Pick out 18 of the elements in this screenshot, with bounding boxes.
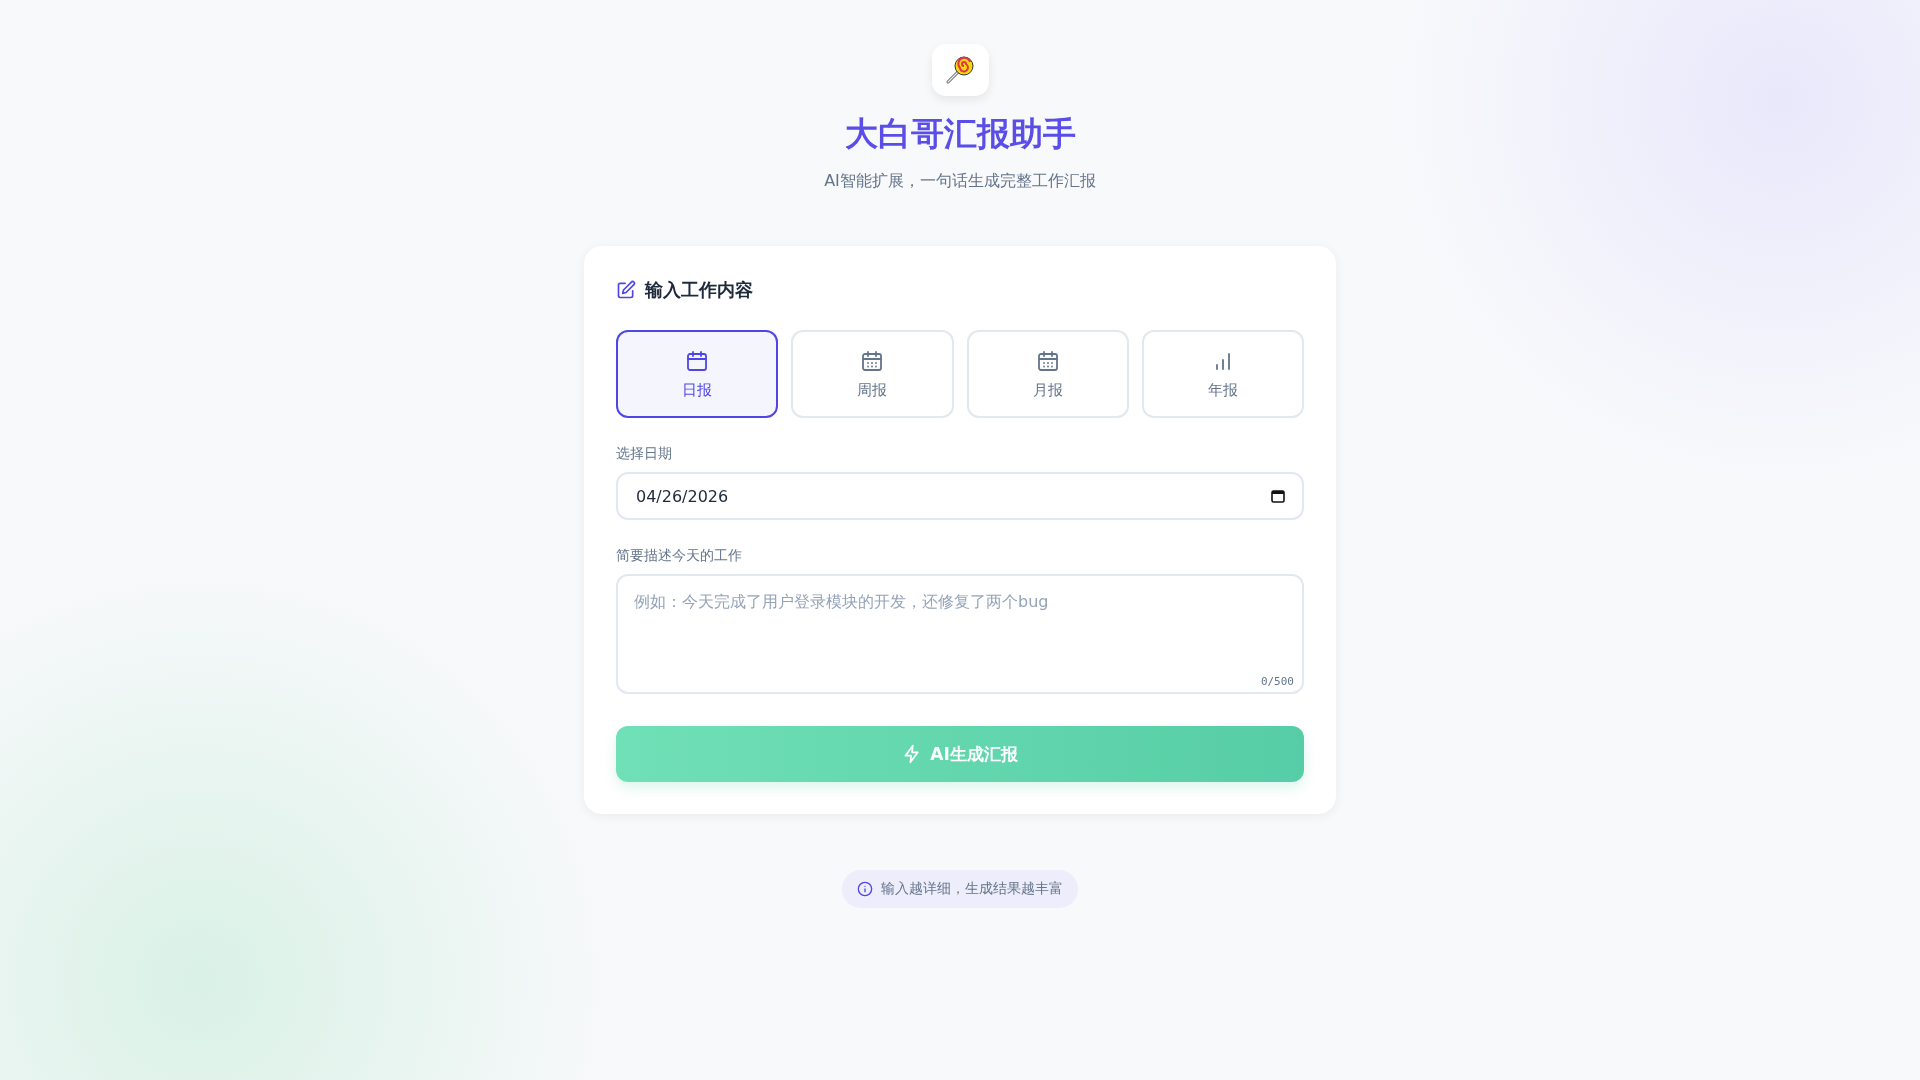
report-type-tab[interactable]: 周报 [791,330,954,418]
report-type-tab[interactable]: 年报 [1141,330,1304,418]
char-counter: 0/500 [1260,675,1294,688]
calendar-icon [685,348,710,373]
app-subtitle: AI智能扩展，一句话生成完整工作汇报 [824,171,1096,192]
calendar-icon [1035,348,1060,373]
date-field[interactable]: 04/26/2026 [616,472,1304,520]
app-title: 大白哥汇报助手 [844,113,1076,155]
date-label: 选择日期 [616,445,673,463]
report-type-tab[interactable]: 日报 [616,330,779,418]
info-icon [857,881,873,897]
edit-icon [616,280,636,300]
section-heading: 输入工作内容 [645,278,753,302]
calendar-icon[interactable] [1270,488,1286,504]
report-type-tab[interactable]: 月报 [966,330,1129,418]
calendar-icon [860,348,885,373]
tip-text: 输入越详细，生成结果越丰富 [881,880,1063,898]
work-label: 简要描述今天的工作 [616,547,743,565]
